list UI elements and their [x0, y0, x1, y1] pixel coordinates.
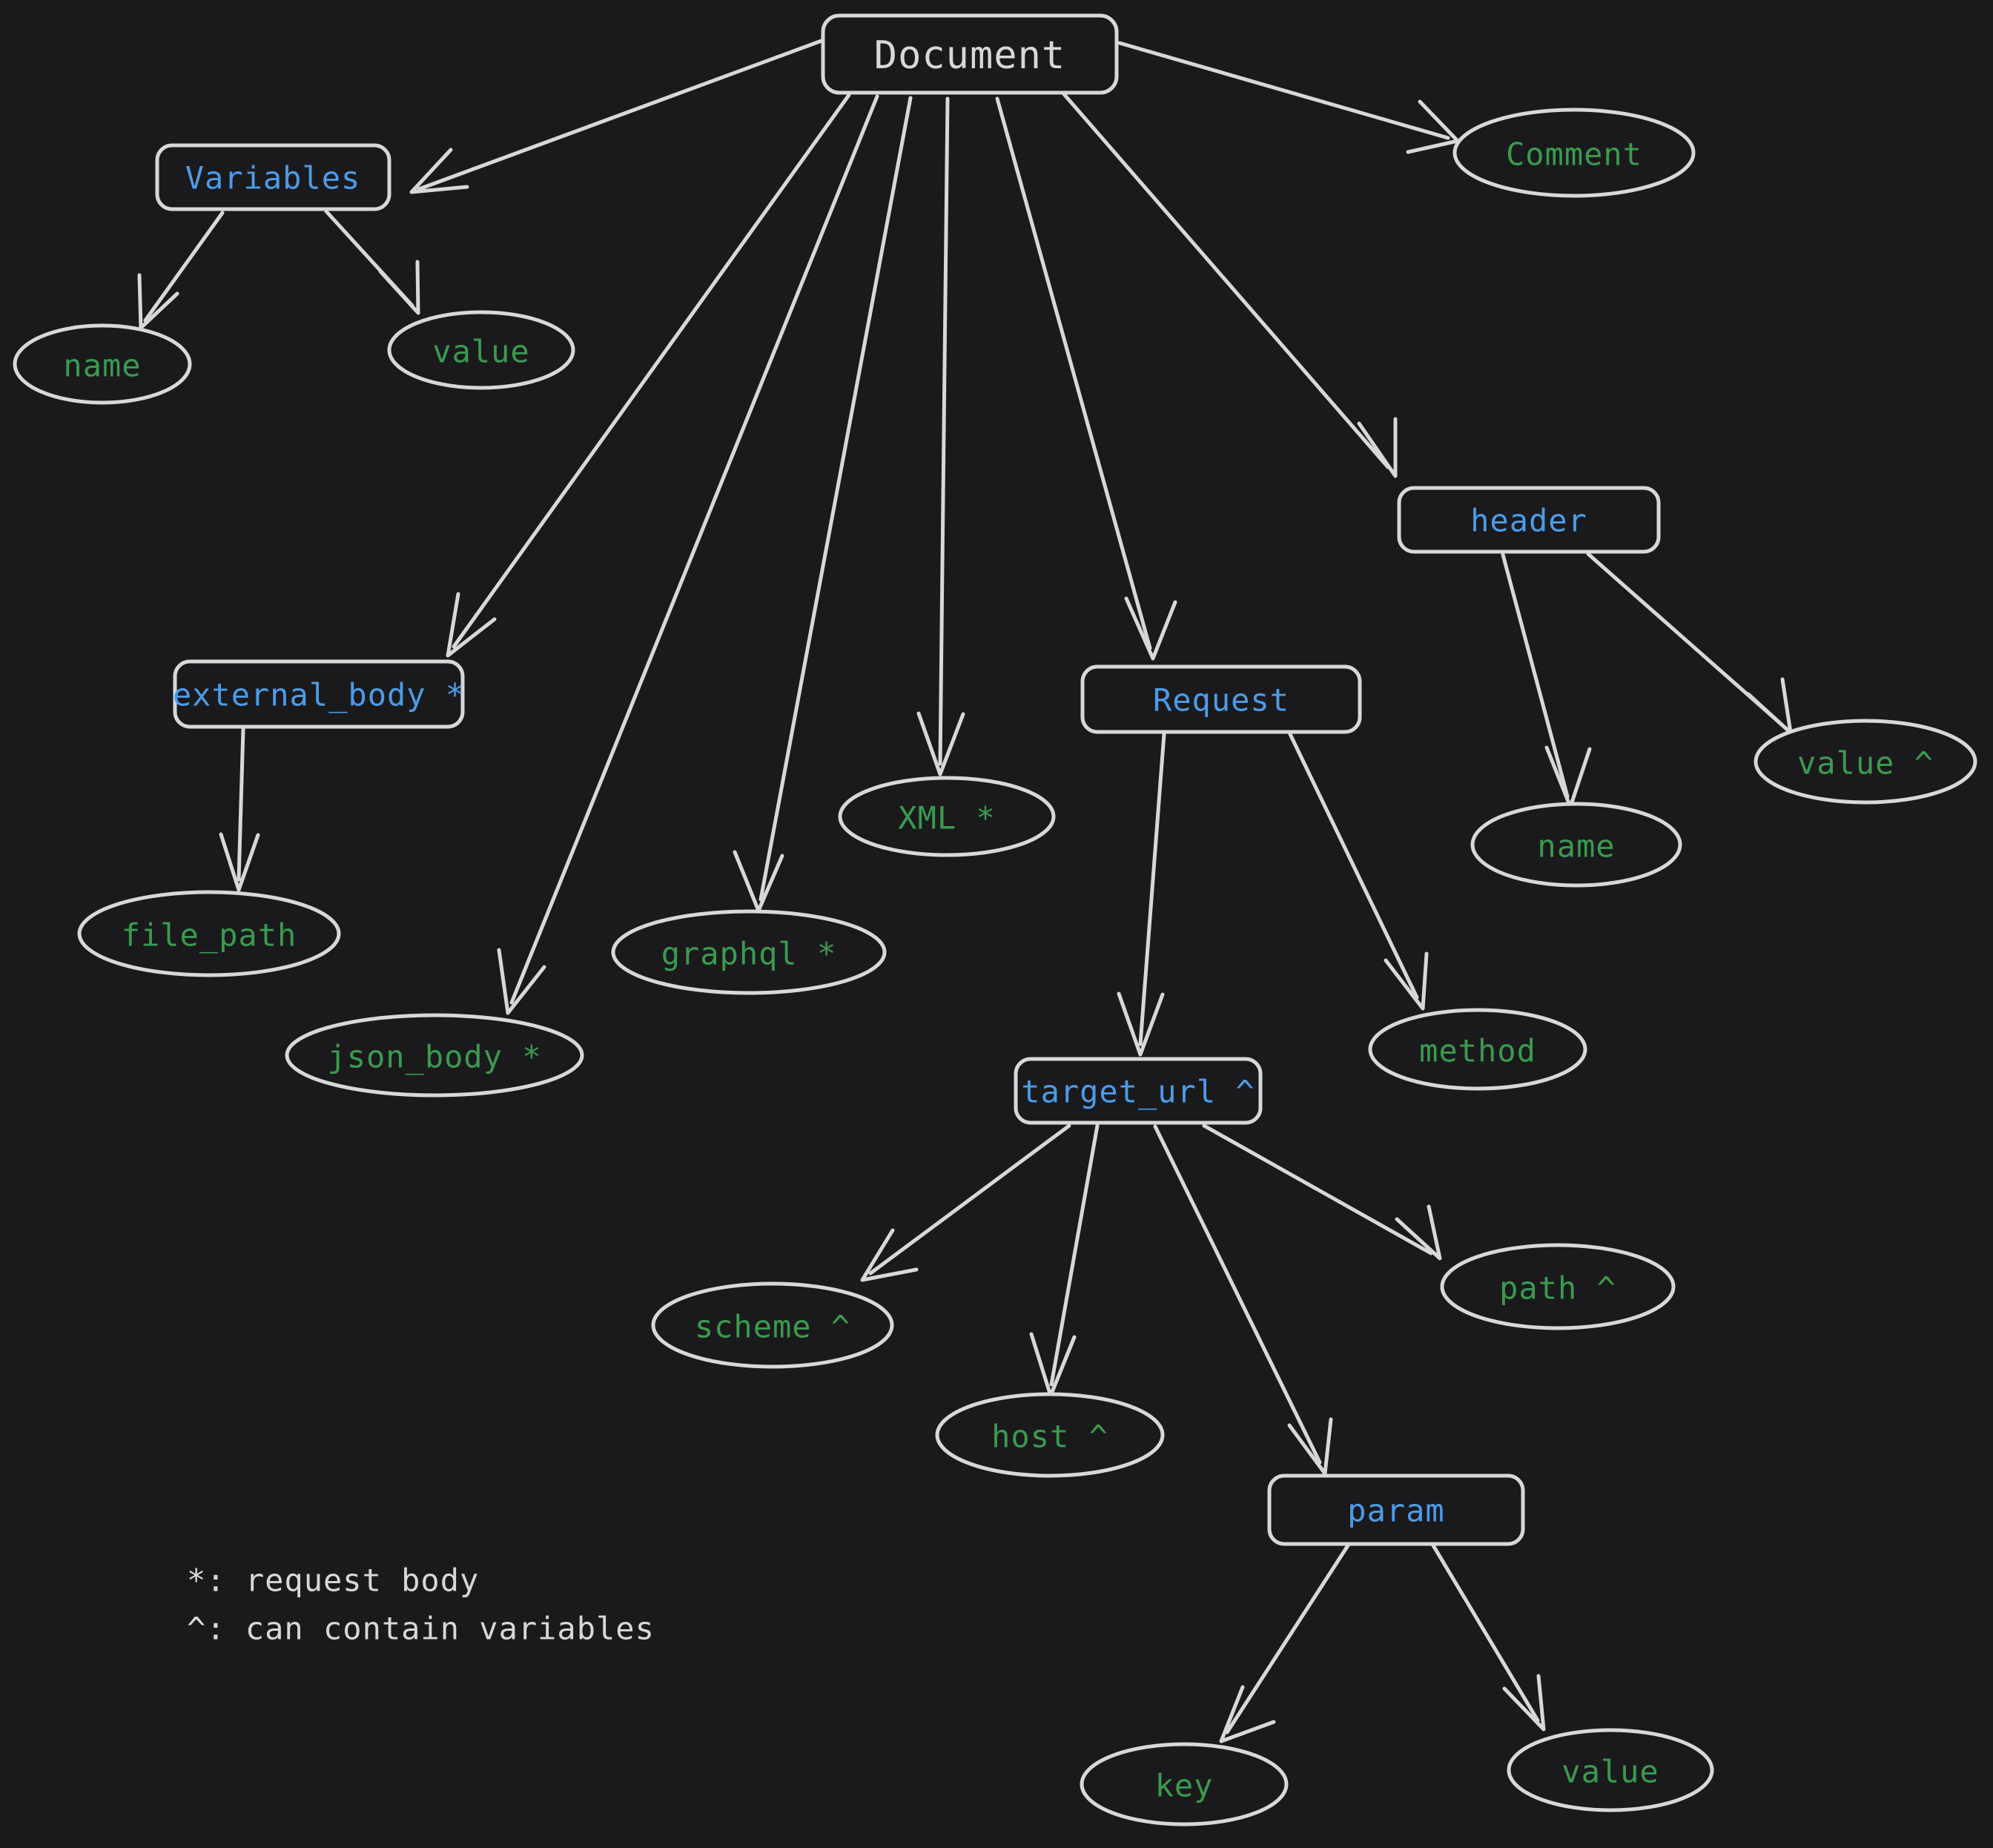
node-method-label: method — [1419, 1033, 1536, 1069]
edge-header-name — [1501, 552, 1592, 809]
legend-line-variables: ^: can contain variables — [187, 1611, 655, 1647]
node-document-label: Document — [874, 33, 1065, 78]
node-json-body[interactable]: json_body * — [285, 1013, 584, 1098]
nodes-layer: Document Variables name value Comment ex… — [13, 13, 1977, 1826]
edge-request-target-url — [1117, 732, 1166, 1057]
edge-param-value — [1431, 1543, 1546, 1732]
edge-target-url-param — [1153, 1124, 1333, 1476]
node-var-name-label: name — [63, 348, 141, 384]
node-xml[interactable]: XML * — [838, 776, 1056, 857]
node-header-label: header — [1470, 503, 1587, 539]
edge-header-value — [1586, 552, 1793, 735]
node-var-name[interactable]: name — [13, 323, 192, 405]
node-method[interactable]: method — [1368, 1008, 1587, 1091]
node-json-body-label: json_body * — [327, 1039, 541, 1075]
edge-document-comment — [1117, 41, 1460, 154]
node-param-label: param — [1347, 1493, 1444, 1529]
node-param-key[interactable]: key — [1080, 1742, 1289, 1826]
node-comment[interactable]: Comment — [1452, 108, 1696, 198]
node-path[interactable]: path ^ — [1440, 1243, 1676, 1330]
node-param[interactable]: param — [1267, 1474, 1525, 1546]
edge-request-method — [1288, 732, 1429, 1011]
node-request[interactable]: Request — [1080, 664, 1362, 734]
node-target-url[interactable]: target_url ^ — [1014, 1057, 1263, 1125]
node-graphql-label: graphql * — [661, 936, 837, 972]
node-host[interactable]: host ^ — [935, 1392, 1165, 1478]
node-hdr-name[interactable]: name — [1470, 802, 1682, 888]
node-host-label: host ^ — [991, 1419, 1108, 1455]
node-target-url-label: target_url ^ — [1021, 1074, 1255, 1110]
legend: *: request body ^: can contain variables — [187, 1562, 655, 1647]
node-file-path-label: file_path — [122, 917, 297, 954]
edge-target-url-host — [1029, 1123, 1100, 1398]
edges-layer — [137, 39, 1793, 1743]
node-variables-label: Variables — [185, 160, 361, 197]
node-hdr-value[interactable]: value ^ — [1754, 719, 1977, 805]
node-scheme[interactable]: scheme ^ — [651, 1281, 894, 1369]
node-var-value-label: value — [432, 334, 529, 370]
edge-target-url-scheme — [860, 1123, 1071, 1282]
node-request-label: Request — [1153, 682, 1289, 719]
edge-document-variables — [409, 39, 824, 194]
node-scheme-label: scheme ^ — [695, 1309, 850, 1345]
node-var-value[interactable]: value — [387, 310, 575, 390]
legend-line-request-body: *: request body — [187, 1562, 479, 1599]
grammar-tree-svg: Document Variables name value Comment ex… — [13, 13, 1977, 1826]
node-param-key-label: key — [1155, 1768, 1214, 1804]
edge-variables-name — [137, 211, 225, 330]
node-param-value-label: value — [1561, 1754, 1659, 1790]
node-header[interactable]: header — [1397, 486, 1661, 554]
node-variables[interactable]: Variables — [155, 143, 391, 211]
node-external-body-label: external_body * — [173, 677, 465, 713]
node-hdr-value-label: value ^ — [1797, 745, 1934, 782]
node-hdr-name-label: name — [1537, 828, 1615, 865]
node-file-path[interactable]: file_path — [77, 890, 341, 977]
edge-external-body-file-path — [219, 727, 260, 892]
diagram-canvas: Document Variables name value Comment ex… — [0, 0, 1993, 1848]
edge-document-xml — [916, 96, 965, 776]
edge-param-key — [1219, 1543, 1350, 1743]
edge-document-json-body — [497, 94, 879, 1015]
edge-document-header — [1062, 92, 1398, 478]
edge-document-request — [995, 96, 1177, 661]
node-path-label: path ^ — [1499, 1270, 1616, 1307]
node-external-body[interactable]: external_body * — [173, 659, 465, 729]
node-document[interactable]: Document — [821, 13, 1119, 95]
node-param-value[interactable]: value — [1507, 1728, 1714, 1812]
edge-variables-value — [324, 209, 420, 315]
node-xml-label: XML * — [898, 800, 995, 836]
edge-target-url-path — [1202, 1123, 1442, 1261]
node-comment-label: Comment — [1506, 136, 1642, 173]
node-graphql[interactable]: graphql * — [611, 909, 887, 995]
